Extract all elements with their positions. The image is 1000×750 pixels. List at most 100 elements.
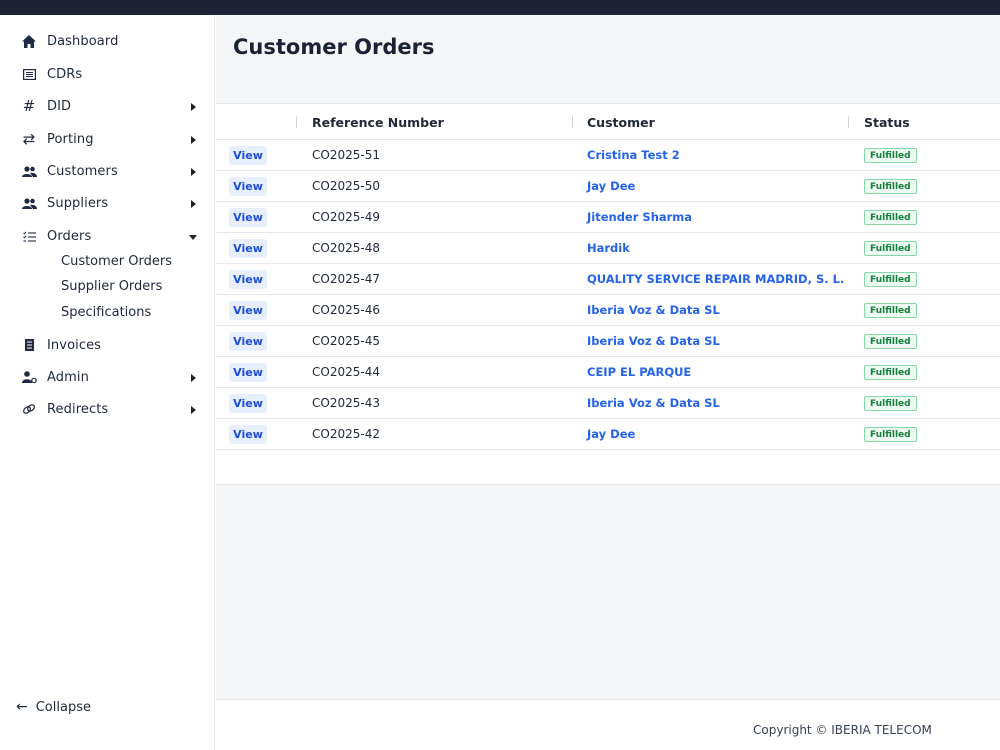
reference-number: CO2025-47 <box>312 272 380 286</box>
status-badge: Fulfilled <box>864 334 917 349</box>
reference-number: CO2025-48 <box>312 241 380 255</box>
reference-number: CO2025-43 <box>312 396 380 410</box>
hash-icon: # <box>22 97 36 115</box>
sidebar-item-label: CDRs <box>47 66 83 82</box>
sidebar-item-admin[interactable]: Admin <box>0 363 215 391</box>
reference-number: CO2025-50 <box>312 179 380 193</box>
customer-link[interactable]: Jitender Sharma <box>587 202 692 232</box>
view-button[interactable]: View <box>229 425 267 444</box>
invoice-icon <box>18 331 40 359</box>
caret-right-icon <box>191 200 196 208</box>
status-badge: Fulfilled <box>864 148 917 163</box>
sidebar-item-label: Redirects <box>47 401 109 417</box>
customer-link[interactable]: Iberia Voz & Data SL <box>587 388 720 418</box>
copyright-text: Copyright © IBERIA TELECOM <box>753 723 932 737</box>
caret-right-icon <box>191 103 196 111</box>
column-separator <box>848 116 849 128</box>
sidebar-item-redirects[interactable]: Redirects <box>0 395 215 423</box>
view-button[interactable]: View <box>229 301 267 320</box>
customer-link[interactable]: Jay Dee <box>587 171 635 201</box>
sidebar-item-label: Porting <box>47 131 94 147</box>
status-badge: Fulfilled <box>864 179 917 194</box>
sidebar-item-dashboard[interactable]: Dashboard <box>0 27 215 55</box>
status-badge: Fulfilled <box>864 272 917 287</box>
sidebar-item-cdrs[interactable]: CDRs <box>0 60 215 88</box>
users-icon <box>18 189 40 217</box>
view-button[interactable]: View <box>229 394 267 413</box>
customer-link[interactable]: Iberia Voz & Data SL <box>587 295 720 325</box>
list-icon <box>18 60 40 88</box>
view-button[interactable]: View <box>229 208 267 227</box>
status-badge: Fulfilled <box>864 365 917 380</box>
status-badge: Fulfilled <box>864 210 917 225</box>
main-content: Customer Orders Reference Number Custome… <box>216 15 1000 750</box>
table-header: Reference Number Customer Status <box>216 104 1000 140</box>
customer-link[interactable]: Jay Dee <box>587 419 635 449</box>
customer-link[interactable]: CEIP EL PARQUE <box>587 357 691 387</box>
reference-number: CO2025-42 <box>312 427 380 441</box>
sidebar-item-customers[interactable]: Customers <box>0 157 215 185</box>
arrow-left-icon: ← <box>16 699 28 715</box>
sidebar-item-orders[interactable]: Orders <box>0 222 215 250</box>
table-row: View CO2025-46 Iberia Voz & Data SL Fulf… <box>216 295 1000 326</box>
swap-icon: ⇄ <box>22 130 36 148</box>
status-badge: Fulfilled <box>864 303 917 318</box>
top-bar <box>0 0 1000 15</box>
sidebar-item-label: Customers <box>47 163 118 179</box>
sidebar-item-suppliers[interactable]: Suppliers <box>0 189 215 217</box>
status-badge: Fulfilled <box>864 396 917 411</box>
status-badge: Fulfilled <box>864 241 917 256</box>
sidebar-item-invoices[interactable]: Invoices <box>0 331 215 359</box>
table-row: View CO2025-43 Iberia Voz & Data SL Fulf… <box>216 388 1000 419</box>
status-badge: Fulfilled <box>864 427 917 442</box>
sidebar-subitem-customer-orders[interactable]: Customer Orders <box>61 254 172 269</box>
customer-link[interactable]: QUALITY SERVICE REPAIR MADRID, S. L. <box>587 264 844 294</box>
reference-number: CO2025-49 <box>312 210 380 224</box>
sidebar-item-label: DID <box>47 98 72 114</box>
customer-link[interactable]: Iberia Voz & Data SL <box>587 326 720 356</box>
sidebar-item-label: Admin <box>47 369 89 385</box>
table-row: View CO2025-50 Jay Dee Fulfilled <box>216 171 1000 202</box>
table-row: View CO2025-47 QUALITY SERVICE REPAIR MA… <box>216 264 1000 295</box>
view-button[interactable]: View <box>229 363 267 382</box>
caret-right-icon <box>191 136 196 144</box>
table-row: View CO2025-42 Jay Dee Fulfilled <box>216 419 1000 450</box>
sidebar-subitem-specifications[interactable]: Specifications <box>61 305 151 320</box>
table-row: View CO2025-45 Iberia Voz & Data SL Fulf… <box>216 326 1000 357</box>
view-button[interactable]: View <box>229 239 267 258</box>
reference-number: CO2025-51 <box>312 148 380 162</box>
column-header-reference[interactable]: Reference Number <box>312 104 444 140</box>
view-button[interactable]: View <box>229 332 267 351</box>
reference-number: CO2025-45 <box>312 334 380 348</box>
caret-right-icon <box>191 374 196 382</box>
footer: Copyright © IBERIA TELECOM <box>216 699 1000 750</box>
orders-table: Reference Number Customer Status View CO… <box>216 103 1000 485</box>
view-button[interactable]: View <box>229 270 267 289</box>
table-row: View CO2025-51 Cristina Test 2 Fulfilled <box>216 140 1000 171</box>
link-icon <box>18 395 40 423</box>
checklist-icon <box>18 222 40 250</box>
sidebar-item-label: Orders <box>47 228 92 244</box>
users-icon <box>18 157 40 185</box>
collapse-button[interactable]: ← Collapse <box>16 699 91 715</box>
user-gear-icon <box>18 363 40 391</box>
sidebar-item-label: Suppliers <box>47 195 109 211</box>
home-icon <box>18 27 40 55</box>
customer-link[interactable]: Hardik <box>587 233 630 263</box>
caret-right-icon <box>191 406 196 414</box>
caret-right-icon <box>191 168 196 176</box>
column-header-status[interactable]: Status <box>864 104 910 140</box>
column-separator <box>572 116 573 128</box>
customer-link[interactable]: Cristina Test 2 <box>587 140 680 170</box>
sidebar-item-did[interactable]: # DID <box>0 92 215 120</box>
column-header-customer[interactable]: Customer <box>587 104 655 140</box>
sidebar: Dashboard CDRs # DID ⇄ Porting Customers… <box>0 15 215 750</box>
sidebar-subitem-supplier-orders[interactable]: Supplier Orders <box>61 279 162 294</box>
sidebar-item-porting[interactable]: ⇄ Porting <box>0 125 215 153</box>
view-button[interactable]: View <box>229 177 267 196</box>
reference-number: CO2025-46 <box>312 303 380 317</box>
view-button[interactable]: View <box>229 146 267 165</box>
table-row: View CO2025-48 Hardik Fulfilled <box>216 233 1000 264</box>
collapse-label: Collapse <box>35 699 91 715</box>
table-row: View CO2025-49 Jitender Sharma Fulfilled <box>216 202 1000 233</box>
